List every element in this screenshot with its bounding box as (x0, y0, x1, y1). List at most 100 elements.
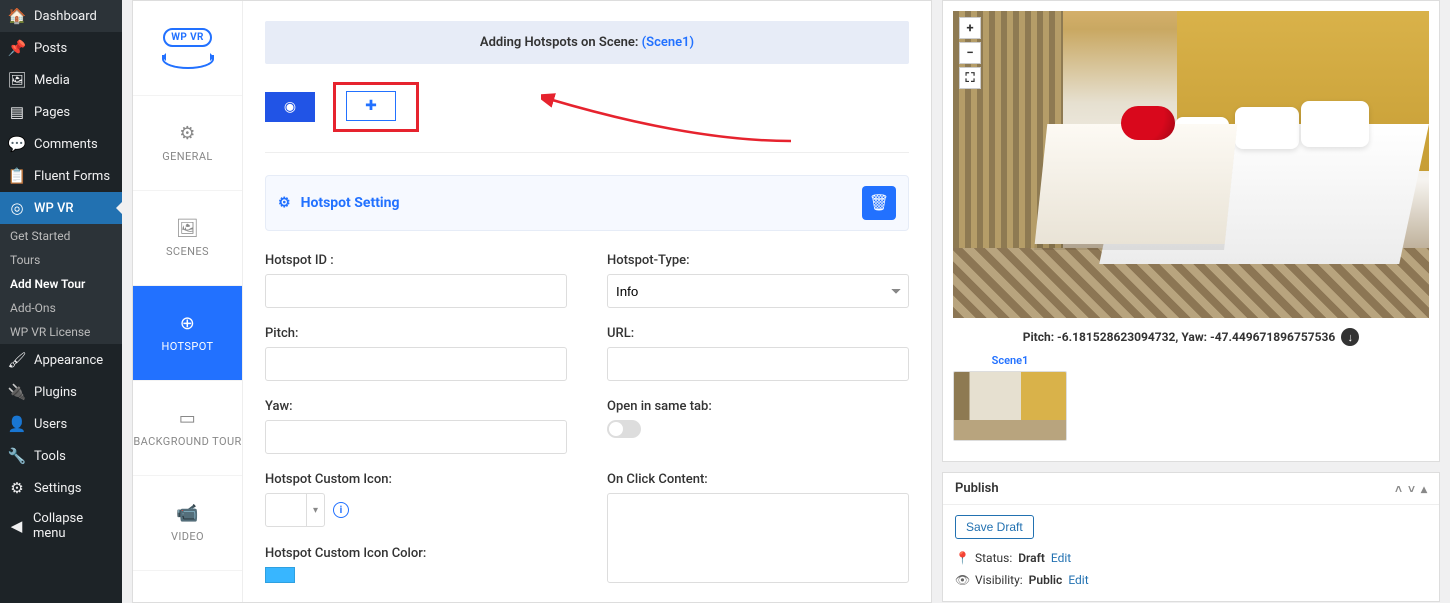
coordinate-readout: Pitch: -6.181528623094732, Yaw: -47.4496… (953, 318, 1429, 352)
wpvr-editor-card: WP VR ⚙GENERAL 🖼SCENES ⊕HOTSPOT ▭BACKGRO… (132, 0, 932, 603)
delete-hotspot-button[interactable]: 🗑 (862, 186, 896, 220)
menu-pages[interactable]: ▤Pages (0, 96, 122, 128)
info-icon[interactable]: i (333, 502, 349, 518)
edit-status-link[interactable]: Edit (1051, 551, 1071, 565)
input-hotspot-id[interactable] (265, 274, 567, 308)
vertical-tab-nav: WP VR ⚙GENERAL 🖼SCENES ⊕HOTSPOT ▭BACKGRO… (133, 1, 243, 602)
publish-title: Publish (955, 481, 999, 496)
vr-icon: ◎ (8, 199, 26, 217)
comment-icon: 💬 (8, 135, 26, 153)
submenu-add-ons[interactable]: Add-Ons (0, 296, 122, 320)
fullscreen-button[interactable]: ⛶ (959, 67, 981, 89)
custom-icon-color-picker[interactable] (265, 567, 295, 583)
scene-thumbnail-row: Scene1 (953, 352, 1429, 451)
devices-icon: ▭ (179, 408, 196, 429)
select-hotspot-type[interactable]: Info (607, 274, 909, 308)
scene-link[interactable]: (Scene1) (642, 35, 694, 50)
label-hotspot-type: Hotspot-Type: (607, 253, 909, 268)
input-yaw[interactable] (265, 420, 567, 454)
wp-admin-sidebar: 🏠Dashboard 📌Posts 🖼Media ▤Pages 💬Comment… (0, 0, 122, 603)
users-icon: 👤 (8, 415, 26, 433)
menu-users[interactable]: 👤Users (0, 408, 122, 440)
collapse-icon: ◀ (8, 517, 25, 535)
toggle-open-same-tab[interactable] (607, 420, 641, 438)
video-icon: 📹 (176, 503, 199, 524)
menu-fluent-forms[interactable]: 📋Fluent Forms (0, 160, 122, 192)
submenu-get-started[interactable]: Get Started (0, 224, 122, 248)
gear-icon: ⚙ (278, 195, 291, 211)
menu-posts[interactable]: 📌Posts (0, 32, 122, 64)
submenu-tours[interactable]: Tours (0, 248, 122, 272)
menu-settings[interactable]: ⚙Settings (0, 472, 122, 504)
vtab-background-tour[interactable]: ▭BACKGROUND TOUR (133, 381, 242, 476)
save-draft-button[interactable]: Save Draft (955, 515, 1034, 539)
wpvr-logo: WP VR (133, 1, 242, 96)
menu-media[interactable]: 🖼Media (0, 64, 122, 96)
metabox-up-button[interactable]: ˄ (1395, 482, 1402, 496)
tutorial-highlight: ✚ (333, 82, 419, 132)
menu-tools[interactable]: 🔧Tools (0, 440, 122, 472)
publish-metabox: Publish ˄ ˅ ▴ Save Draft 📍 Status: Draft… (942, 472, 1440, 602)
menu-dashboard[interactable]: 🏠Dashboard (0, 0, 122, 32)
scene-thumbnail-image (953, 371, 1067, 441)
zoom-in-button[interactable]: + (959, 17, 981, 39)
input-pitch[interactable] (265, 347, 567, 381)
edit-visibility-link[interactable]: Edit (1068, 573, 1088, 587)
status-line: 📍 Status: Draft Edit (955, 547, 1427, 569)
visibility-line: 👁 Visibility: Public Edit (955, 569, 1427, 591)
hotspot-form: Hotspot ID : Hotspot-Type: Info Pitch: U… (265, 253, 909, 602)
target-icon: ⊕ (180, 313, 195, 334)
zoom-out-button[interactable]: − (959, 42, 981, 64)
custom-icon-picker[interactable]: ▾ (265, 493, 325, 527)
textarea-on-click[interactable] (607, 493, 909, 583)
menu-appearance[interactable]: 🖌Appearance (0, 344, 122, 376)
label-custom-icon: Hotspot Custom Icon: (265, 472, 567, 487)
preview-controls: + − ⛶ (959, 17, 981, 89)
label-on-hover: On Hover Content: (265, 601, 567, 602)
editor-panel-wrap: WP VR ⚙GENERAL 🖼SCENES ⊕HOTSPOT ▭BACKGRO… (132, 0, 932, 603)
hotspot-tab-row: ◉ ✚ (265, 82, 909, 132)
vtab-general[interactable]: ⚙GENERAL (133, 96, 242, 191)
vtab-video[interactable]: 📹VIDEO (133, 476, 242, 571)
scene-thumbnail[interactable]: Scene1 (953, 352, 1067, 441)
menu-comments[interactable]: 💬Comments (0, 128, 122, 160)
label-url: URL: (607, 326, 909, 341)
vtab-scenes[interactable]: 🖼SCENES (133, 191, 242, 286)
tools-icon: 🔧 (8, 447, 26, 465)
menu-plugins[interactable]: 🔌Plugins (0, 376, 122, 408)
chevron-down-icon: ▾ (306, 494, 324, 526)
right-sidebar: + − ⛶ Pitch: -6.181528623094732, Yaw: -4… (942, 0, 1440, 602)
plugin-icon: 🔌 (8, 383, 26, 401)
label-yaw: Yaw: (265, 399, 567, 414)
main-area: WP VR ⚙GENERAL 🖼SCENES ⊕HOTSPOT ▭BACKGRO… (122, 0, 1450, 603)
submenu-license[interactable]: WP VR License (0, 320, 122, 344)
eye-icon: 👁 (955, 573, 969, 587)
label-pitch: Pitch: (265, 326, 567, 341)
preview-card: + − ⛶ Pitch: -6.181528623094732, Yaw: -4… (942, 0, 1440, 462)
hotspot-tab-body: Adding Hotspots on Scene: (Scene1) ◉ ✚ ⚙… (243, 1, 931, 602)
brush-icon: 🖌 (8, 351, 26, 369)
scene-banner: Adding Hotspots on Scene: (Scene1) (265, 21, 909, 64)
hotspot-tab-current[interactable]: ◉ (265, 92, 315, 122)
input-url[interactable] (607, 347, 909, 381)
label-hotspot-id: Hotspot ID : (265, 253, 567, 268)
menu-collapse[interactable]: ◀Collapse menu (0, 504, 122, 548)
vtab-hotspot[interactable]: ⊕HOTSPOT (133, 286, 242, 381)
submenu-add-new-tour[interactable]: Add New Tour (0, 272, 122, 296)
label-on-click: On Click Content: (607, 472, 909, 487)
panorama-preview[interactable]: + − ⛶ (953, 11, 1429, 318)
pin-icon: 📌 (8, 39, 26, 57)
pin-icon: 📍 (955, 551, 969, 565)
settings-icon: ⚙ (8, 479, 26, 497)
form-icon: 📋 (8, 167, 26, 185)
wp-vr-submenu: Get Started Tours Add New Tour Add-Ons W… (0, 224, 122, 344)
dashboard-icon: 🏠 (8, 7, 26, 25)
image-icon: 🖼 (176, 218, 199, 239)
menu-wp-vr[interactable]: ◎WP VR (0, 192, 122, 224)
hotspot-tab-add[interactable]: ✚ (346, 91, 396, 121)
copy-coords-button[interactable]: ↓ (1341, 328, 1359, 346)
label-custom-icon-color: Hotspot Custom Icon Color: (265, 546, 567, 561)
metabox-down-button[interactable]: ˅ (1408, 482, 1415, 496)
metabox-collapse-button[interactable]: ▴ (1421, 482, 1427, 496)
gear-icon: ⚙ (179, 123, 196, 144)
